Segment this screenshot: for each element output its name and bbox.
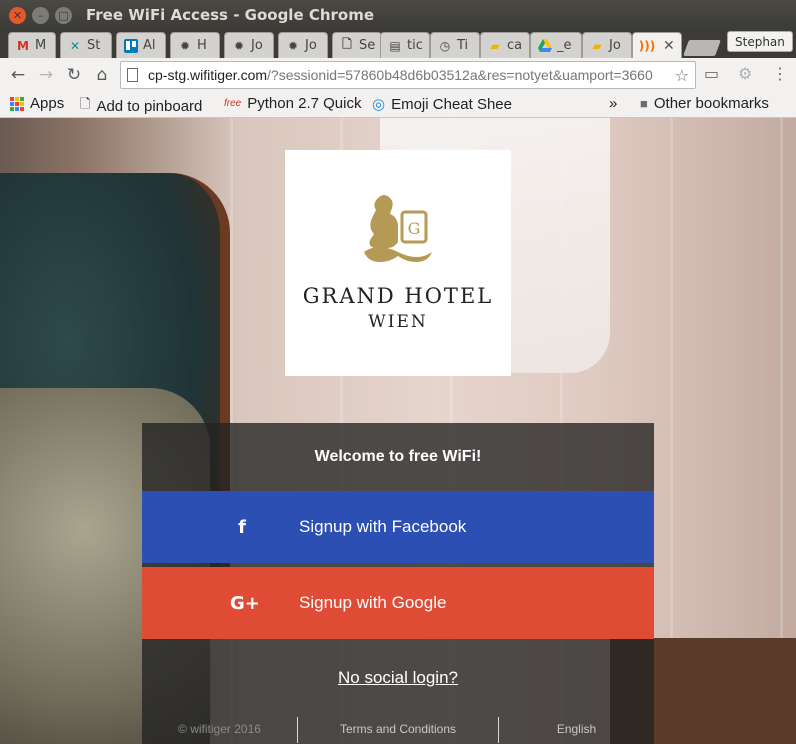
facebook-signup-label: Signup with Facebook: [299, 517, 467, 536]
tab-label: Ti: [457, 38, 469, 53]
tab-label: ca: [507, 38, 523, 53]
bookmark-python[interactable]: free Python 2.7 Quick: [224, 95, 361, 112]
welcome-heading: Welcome to free WiFi!: [314, 448, 482, 465]
tab-jo-1[interactable]: ✹ Jo: [224, 32, 274, 58]
cast-icon[interactable]: ▭: [704, 64, 719, 83]
google-plus-icon: G+: [230, 592, 260, 614]
page-info-icon[interactable]: [127, 68, 138, 82]
tab-jo-2[interactable]: ✹ Jo: [278, 32, 328, 58]
home-icon[interactable]: ⌂: [88, 61, 116, 89]
bookmark-label: Apps: [30, 95, 65, 112]
bookmark-emoji-cheat-sheet[interactable]: ◎ Emoji Cheat Shee: [372, 95, 512, 114]
tab-label: St: [87, 38, 101, 53]
tab-jo-3[interactable]: ▰ Jo: [582, 32, 632, 58]
gear-puzzle-icon: ✹: [233, 38, 245, 53]
window-maximize-button[interactable]: □: [55, 6, 72, 24]
bookmark-add-to-pinboard[interactable]: 🗋 Add to pinboard: [80, 95, 202, 117]
wifi-icon: ))): [638, 38, 656, 53]
google-signup-label: Signup with Google: [299, 593, 447, 612]
svg-text:G: G: [408, 219, 421, 238]
xing-icon: ✕: [69, 38, 81, 53]
gmail-icon: M: [17, 38, 29, 53]
bookmark-label: Add to pinboard: [96, 97, 203, 115]
new-tab-button[interactable]: [683, 40, 721, 56]
apps-icon: [10, 96, 24, 111]
extension-gear-icon[interactable]: ⚙: [738, 64, 752, 83]
folder-icon: ■: [640, 96, 648, 111]
close-tab-icon[interactable]: ✕: [663, 38, 675, 54]
gear-puzzle-icon: ✹: [287, 38, 299, 53]
bookmark-star-icon[interactable]: ☆: [672, 66, 689, 85]
captive-portal-page: G GRAND HOTEL WIEN Welcome to free WiFi!…: [0, 118, 796, 744]
profile-button[interactable]: Stephan: [727, 31, 793, 52]
tab-ca[interactable]: ▰ ca: [480, 32, 530, 58]
portal-footer: © wifitiger 2016 Terms and Conditions En…: [142, 715, 654, 744]
tab-drive[interactable]: _e: [530, 32, 582, 58]
tab-label: tic: [407, 38, 423, 53]
note-icon: ▰: [490, 38, 500, 53]
reload-icon[interactable]: ↻: [60, 61, 88, 89]
tab-label: H: [197, 38, 207, 53]
tab-se[interactable]: 🗋 Se: [332, 32, 382, 58]
terms-link[interactable]: Terms and Conditions: [298, 715, 498, 744]
bookmark-label: Python 2.7 Quick: [247, 95, 362, 112]
login-panel: Welcome to free WiFi! f Signup with Face…: [142, 423, 654, 744]
menu-kebab-icon[interactable]: ⋮: [772, 64, 788, 83]
hotel-name: GRAND HOTEL: [302, 284, 494, 308]
tab-label: M: [35, 38, 47, 53]
hotel-city: WIEN: [368, 312, 428, 332]
lion-crest-icon: G: [358, 190, 438, 274]
tab-label: Se: [359, 38, 376, 53]
forward-arrow-icon[interactable]: →: [32, 61, 60, 89]
no-social-login-link[interactable]: No social login?: [142, 668, 654, 688]
window-titlebar: ✕ – □ Free WiFi Access - Google Chrome: [0, 0, 796, 30]
back-arrow-icon[interactable]: ←: [4, 61, 32, 89]
tab-label: Jo: [251, 38, 263, 53]
tab-label: Jo: [305, 38, 317, 53]
swirl-icon: ◎: [372, 96, 386, 113]
url-path: /?sessionid=57860b48d6b03512a&res=notyet…: [267, 67, 653, 83]
browser-toolbar: ← → ↻ ⌂ cp-stg.wifitiger.com/?sessionid=…: [0, 58, 796, 92]
tab-free-wifi[interactable]: ))) ✕: [632, 32, 682, 58]
tab-ti[interactable]: ◷ Ti: [430, 32, 480, 58]
trello-icon: [123, 38, 139, 54]
note-icon: ▰: [592, 38, 602, 53]
language-selector[interactable]: English: [499, 715, 654, 744]
document-icon: 🗋: [342, 37, 352, 51]
window-close-button[interactable]: ✕: [9, 6, 26, 24]
tab-trello[interactable]: Al: [116, 32, 166, 58]
facebook-signup-button[interactable]: f Signup with Facebook: [142, 491, 654, 563]
address-bar[interactable]: cp-stg.wifitiger.com/?sessionid=57860b48…: [120, 61, 696, 89]
tab-label: Al: [143, 38, 156, 53]
url-host: cp-stg.wifitiger.com: [148, 67, 268, 83]
tab-tic[interactable]: ▤ tic: [380, 32, 430, 58]
tab-gmail[interactable]: M M: [8, 32, 56, 58]
tab-label: Jo: [609, 38, 621, 53]
image-icon: ▤: [389, 38, 401, 53]
bookmarks-bar: Apps 🗋 Add to pinboard free Python 2.7 Q…: [0, 92, 796, 118]
bookmark-other-bookmarks[interactable]: ■ Other bookmarks: [640, 95, 769, 112]
hotel-logo: G GRAND HOTEL WIEN: [285, 150, 511, 376]
tab-strip: M M ✕ St Al ✹ H ✹ Jo ✹ Jo 🗋 Se ▤ tic ◷ T…: [0, 30, 796, 58]
google-signup-button[interactable]: G+ Signup with Google: [142, 567, 654, 639]
gear-puzzle-icon: ✹: [179, 38, 191, 53]
facebook-icon: f: [238, 516, 246, 538]
free-icon: free: [224, 98, 242, 109]
bookmark-apps[interactable]: Apps: [10, 95, 64, 112]
timer-icon: ◷: [439, 38, 451, 53]
bookmark-label: »: [609, 95, 618, 112]
bookmarks-overflow-button[interactable]: »: [609, 95, 617, 112]
copyright-text: © wifitiger 2016: [178, 722, 261, 736]
drive-icon: [537, 38, 553, 54]
bookmark-label: Other bookmarks: [653, 95, 769, 112]
tab-h[interactable]: ✹ H: [170, 32, 220, 58]
window-title: Free WiFi Access - Google Chrome: [86, 6, 375, 24]
bookmark-label: Emoji Cheat Shee: [391, 95, 512, 113]
page-icon: 🗋: [80, 96, 91, 111]
tab-xing[interactable]: ✕ St: [60, 32, 112, 58]
window-minimize-button[interactable]: –: [32, 6, 49, 24]
tab-label: _e: [557, 38, 572, 53]
